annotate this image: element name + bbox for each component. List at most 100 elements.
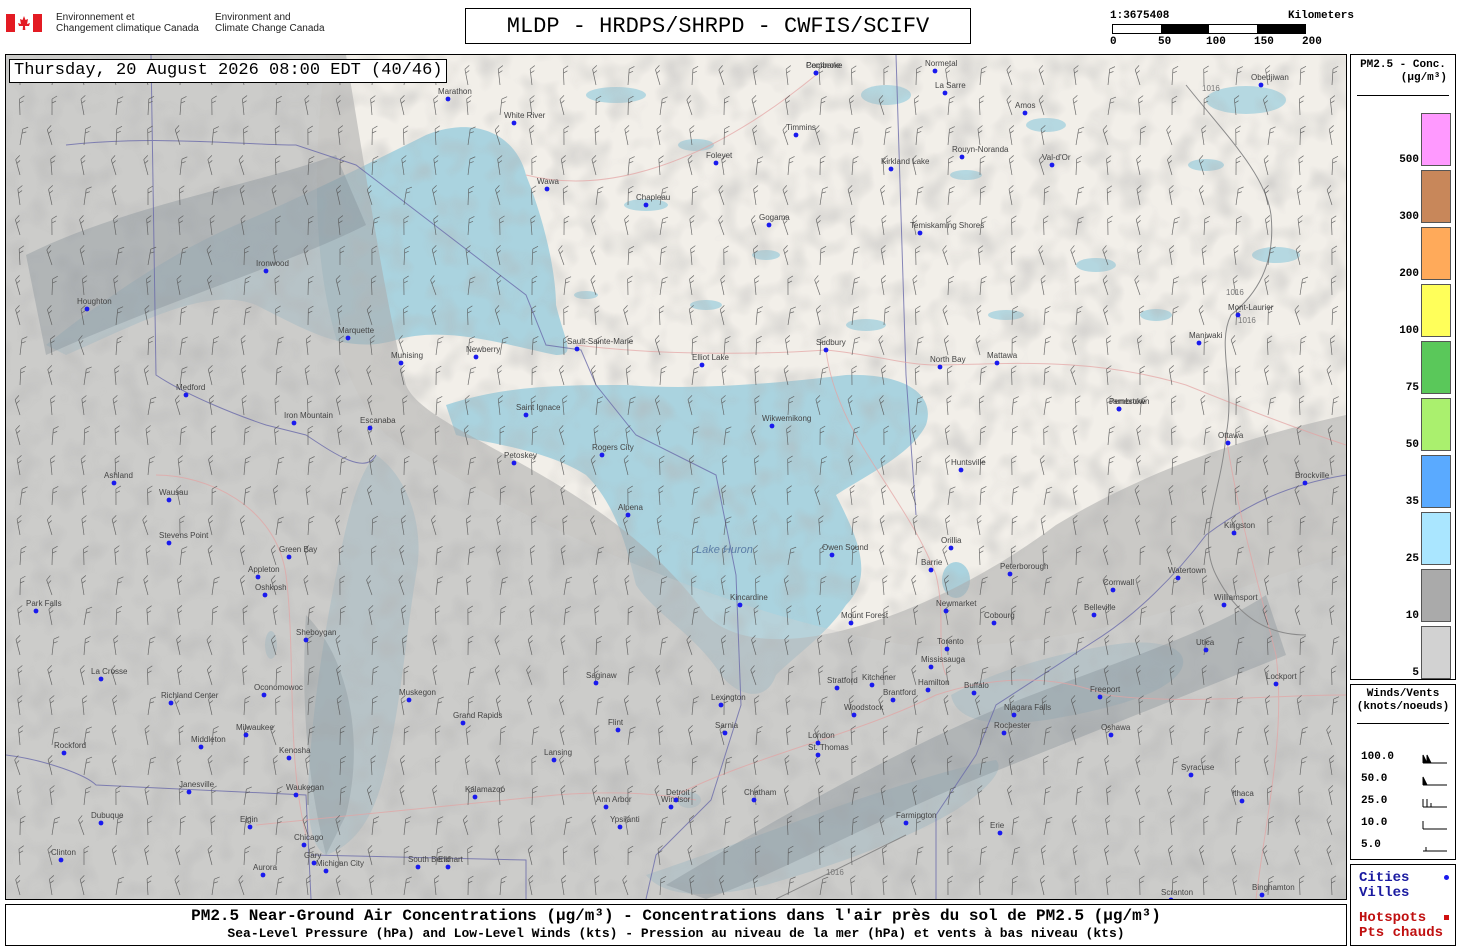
city-label: Owen Sound xyxy=(822,543,868,552)
canada-flag-icon xyxy=(6,14,42,32)
city-dot xyxy=(769,423,775,429)
city-dot xyxy=(994,360,1000,366)
legend-swatch xyxy=(1421,455,1451,508)
city-dot xyxy=(997,830,1003,836)
city-label: Williamsport xyxy=(1214,593,1258,602)
city-dot xyxy=(544,186,550,192)
legend-bin-label: 35 xyxy=(1405,496,1419,508)
city-dot xyxy=(1116,406,1122,412)
city-dot xyxy=(260,872,266,878)
isobar-label: 1016 xyxy=(1202,84,1220,93)
city-dot xyxy=(1258,82,1264,88)
city-dot xyxy=(255,574,261,580)
city-label: Sheboygan xyxy=(296,628,336,637)
city-dot xyxy=(33,608,39,614)
scale-bar: 1:3675408 Kilometers 0 50 100 150 200 xyxy=(1108,10,1358,52)
city-label: Mississauga xyxy=(921,655,966,664)
legend-swatch xyxy=(1421,284,1451,337)
city-label: Farmington xyxy=(896,811,936,820)
city-label: Flint xyxy=(608,718,624,727)
city-dot xyxy=(445,864,451,870)
legend-swatch xyxy=(1421,227,1451,280)
city-label: Wikwemikong xyxy=(762,414,811,423)
city-label: Gogama xyxy=(759,213,790,222)
city-label: Richland Center xyxy=(161,691,219,700)
city-dot xyxy=(406,697,412,703)
city-label: Detroit xyxy=(666,788,690,797)
scale-unit: Kilometers xyxy=(1287,10,1354,22)
city-dot xyxy=(574,346,580,352)
city-dot xyxy=(303,637,309,643)
city-dot xyxy=(1235,312,1241,318)
wind-barb-5-icon xyxy=(1423,847,1447,852)
city-label: Sarnia xyxy=(715,721,739,730)
city-dot xyxy=(1302,480,1308,486)
city-label: Kincardine xyxy=(730,593,768,602)
site-legend: Cities Villes Hotspots Pts chauds xyxy=(1350,864,1456,946)
city-dot xyxy=(98,676,104,682)
city-dot xyxy=(1108,732,1114,738)
city-label: Rouyn-Noranda xyxy=(952,145,1009,154)
city-dot xyxy=(751,797,757,803)
city-label: Belleville xyxy=(1084,603,1116,612)
city-label: Pembroke xyxy=(806,61,843,70)
city-dot xyxy=(942,90,948,96)
city-label: Appleton xyxy=(248,565,280,574)
eccc-logo: Environnement et Changement climatique C… xyxy=(6,12,336,42)
city-label: Cornwall xyxy=(1103,578,1134,587)
map-view[interactable]: 1016 1016 1016 1016 Lake Huron Cochrane N… xyxy=(5,54,1347,900)
city-dot xyxy=(829,552,835,558)
scale-tick: 50 xyxy=(1158,36,1172,48)
city-label: Middleton xyxy=(191,735,226,744)
isobar-label: 1016 xyxy=(1238,316,1256,325)
city-label: Freeport xyxy=(1090,685,1121,694)
city-dot xyxy=(599,452,605,458)
city-label: Ottawa xyxy=(1218,431,1244,440)
map-canvas[interactable]: 1016 1016 1016 1016 Lake Huron Cochrane N… xyxy=(6,55,1346,899)
legend-swatch xyxy=(1421,170,1451,223)
city-dot xyxy=(737,602,743,608)
city-dot xyxy=(925,687,931,693)
city-label: Chapleau xyxy=(636,193,670,202)
pm25-plume xyxy=(6,55,1346,899)
city-label: Saginaw xyxy=(586,671,617,680)
city-label: Huntsville xyxy=(951,458,986,467)
city-label: Timmins xyxy=(786,123,816,132)
city-dot xyxy=(243,732,249,738)
city-dot xyxy=(511,460,517,466)
city-dot xyxy=(286,755,292,761)
valid-time: Thursday, 20 August 2026 08:00 EDT (40/4… xyxy=(9,59,448,83)
city-label: Watertown xyxy=(1168,566,1206,575)
city-dot xyxy=(718,702,724,708)
city-label: North Bay xyxy=(930,355,966,364)
city-dot xyxy=(311,860,317,866)
city-label: Val-d'Or xyxy=(1042,153,1071,162)
city-dot xyxy=(445,96,451,102)
city-dot xyxy=(673,797,679,803)
city-label: Orillia xyxy=(941,536,962,545)
city-label: Utica xyxy=(1196,638,1215,647)
city-label: Elliot Lake xyxy=(692,353,729,362)
lake-label: Lake Huron xyxy=(696,544,753,556)
legend-swatch xyxy=(1421,341,1451,394)
city-dot xyxy=(958,467,964,473)
city-label: Niagara Falls xyxy=(1004,703,1051,712)
city-label: Kirkland Lake xyxy=(881,157,930,166)
city-label: Chicago xyxy=(294,833,324,842)
city-dot xyxy=(84,306,90,312)
scale-bar-graphic xyxy=(1112,24,1306,34)
city-label: Barrie xyxy=(921,558,943,567)
city-label: Binghamton xyxy=(1252,883,1295,892)
city-dot xyxy=(263,268,269,274)
scale-ratio: 1:3675408 xyxy=(1110,10,1170,22)
city-label: Newmarket xyxy=(936,599,977,608)
city-label: Kitchener xyxy=(862,673,896,682)
city-label: Woodstock xyxy=(844,703,884,712)
city-label: Stratford xyxy=(827,676,858,685)
city-dot xyxy=(301,842,307,848)
city-dot xyxy=(551,757,557,763)
city-dot xyxy=(813,70,819,76)
city-label: Waukegan xyxy=(286,783,324,792)
city-label: Marquette xyxy=(338,326,375,335)
city-dot xyxy=(603,804,609,810)
